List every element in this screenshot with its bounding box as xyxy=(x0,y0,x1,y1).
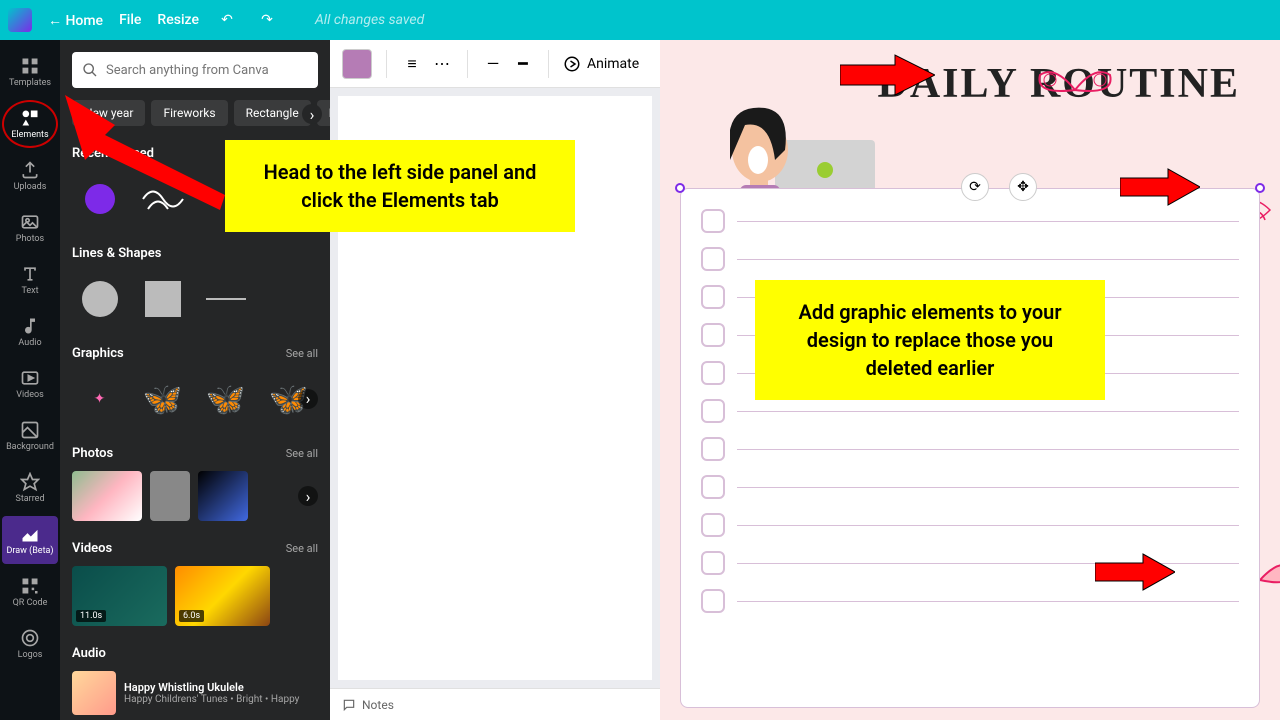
tutorial-callout-1: Head to the left side panel and click th… xyxy=(225,140,575,232)
audio-artwork xyxy=(72,671,116,715)
sidebar-item-starred[interactable]: Starred xyxy=(2,464,58,512)
redo-icon[interactable]: ↷ xyxy=(255,8,279,32)
red-arrow-annotation xyxy=(840,50,935,100)
search-icon xyxy=(82,62,98,78)
see-all-link[interactable]: See all xyxy=(286,542,318,555)
sidebar-item-elements[interactable]: Elements xyxy=(2,100,58,148)
line-weight-thin-icon[interactable]: — xyxy=(482,53,504,75)
left-sidebar: Templates Elements Uploads Photos Text A… xyxy=(0,40,60,720)
graphic-sparkle[interactable]: ✦ xyxy=(72,371,127,426)
checklist-paper[interactable]: ⟳ ✥ xyxy=(680,188,1260,708)
checklist-row[interactable] xyxy=(701,399,1239,423)
see-all-link[interactable]: See all xyxy=(286,347,318,360)
videos-section: Videos See all 11.0s 6.0s xyxy=(72,541,318,626)
section-title: Videos xyxy=(72,541,112,556)
checklist-row[interactable] xyxy=(701,247,1239,271)
line-style-solid-icon[interactable]: ≡ xyxy=(401,53,423,75)
sidebar-item-draw[interactable]: Draw (Beta) xyxy=(2,516,58,564)
section-title: Lines & Shapes xyxy=(72,246,161,261)
video-duration: 11.0s xyxy=(76,610,106,622)
see-all-link[interactable]: See all xyxy=(286,447,318,460)
audio-track[interactable]: Happy Whistling Ukulele Happy Childrens'… xyxy=(72,671,318,715)
sidebar-item-templates[interactable]: Templates xyxy=(2,48,58,96)
checklist-row[interactable] xyxy=(701,475,1239,499)
shape-line[interactable] xyxy=(198,271,253,326)
line-style-dashed-icon[interactable]: ⋯ xyxy=(431,53,453,75)
rotate-handle[interactable]: ⟳ xyxy=(961,173,989,201)
canva-logo[interactable] xyxy=(8,8,32,32)
animate-icon xyxy=(563,55,581,73)
notes-icon xyxy=(342,698,356,712)
search-input[interactable] xyxy=(72,52,318,88)
selection-handle[interactable] xyxy=(675,183,685,193)
move-handle[interactable]: ✥ xyxy=(1009,173,1037,201)
line-weight-thick-icon[interactable]: ━ xyxy=(512,53,534,75)
animate-button[interactable]: Animate xyxy=(563,55,639,73)
video-duration: 6.0s xyxy=(179,610,204,622)
lines-shapes-section: Lines & Shapes xyxy=(72,246,318,326)
checklist-row[interactable] xyxy=(701,209,1239,233)
undo-icon[interactable]: ↶ xyxy=(215,8,239,32)
chevron-right-icon[interactable]: › xyxy=(298,486,318,506)
home-link[interactable]: ← Home xyxy=(48,12,103,29)
color-picker[interactable] xyxy=(342,49,372,79)
resize-menu[interactable]: Resize xyxy=(157,12,199,28)
photo-flowers[interactable] xyxy=(72,471,142,521)
search-field[interactable] xyxy=(106,63,308,78)
sidebar-item-qr[interactable]: QR Code xyxy=(2,568,58,616)
sidebar-item-uploads[interactable]: Uploads xyxy=(2,152,58,200)
photo-butterfly-gray[interactable] xyxy=(150,471,190,521)
audio-title: Happy Whistling Ukulele xyxy=(124,681,299,694)
section-title: Photos xyxy=(72,446,113,461)
section-title: Audio xyxy=(72,646,106,661)
video-thumb[interactable]: 6.0s xyxy=(175,566,270,626)
sidebar-item-text[interactable]: Text xyxy=(2,256,58,304)
red-arrow-annotation xyxy=(65,95,225,215)
checklist-row[interactable] xyxy=(701,513,1239,537)
shape-square[interactable] xyxy=(135,271,190,326)
sidebar-item-photos[interactable]: Photos xyxy=(2,204,58,252)
notes-bar[interactable]: Notes xyxy=(330,688,660,720)
graphic-butterfly-black[interactable]: 🦋 xyxy=(135,371,190,426)
sidebar-item-logos[interactable]: Logos xyxy=(2,620,58,668)
photo-butterfly-blue[interactable] xyxy=(198,471,248,521)
audio-section: Audio Happy Whistling Ukulele Happy Chil… xyxy=(72,646,318,715)
file-menu[interactable]: File xyxy=(119,12,141,28)
selection-handle[interactable] xyxy=(1255,183,1265,193)
audio-subtitle: Happy Childrens' Tunes • Bright • Happy xyxy=(124,694,299,705)
butterfly-graphic-top[interactable] xyxy=(1030,60,1120,120)
context-toolbar: ≡ ⋯ — ━ Animate xyxy=(330,40,660,88)
chevron-right-icon[interactable]: › xyxy=(302,104,322,124)
red-arrow-annotation xyxy=(1095,550,1175,595)
sidebar-item-videos[interactable]: Videos xyxy=(2,360,58,408)
checklist-row[interactable] xyxy=(701,437,1239,461)
top-menu-bar: ← Home File Resize ↶ ↷ All changes saved xyxy=(0,0,1280,40)
chip-rectangle[interactable]: Rectangle xyxy=(234,100,311,126)
section-title: Graphics xyxy=(72,346,124,361)
sidebar-item-background[interactable]: Background xyxy=(2,412,58,460)
red-arrow-annotation xyxy=(1120,165,1200,210)
graphics-section: GraphicsSee all ✦ 🦋 🦋 🦋 › xyxy=(72,346,318,426)
graphic-butterfly-pink[interactable]: 🦋 xyxy=(198,371,253,426)
save-status: All changes saved xyxy=(315,12,424,28)
sidebar-item-audio[interactable]: Audio xyxy=(2,308,58,356)
tutorial-callout-2: Add graphic elements to your design to r… xyxy=(755,280,1105,400)
shape-circle[interactable] xyxy=(72,271,127,326)
photos-section: Photos See all › xyxy=(72,446,318,521)
video-thumb[interactable]: 11.0s xyxy=(72,566,167,626)
chevron-right-icon[interactable]: › xyxy=(298,389,318,409)
